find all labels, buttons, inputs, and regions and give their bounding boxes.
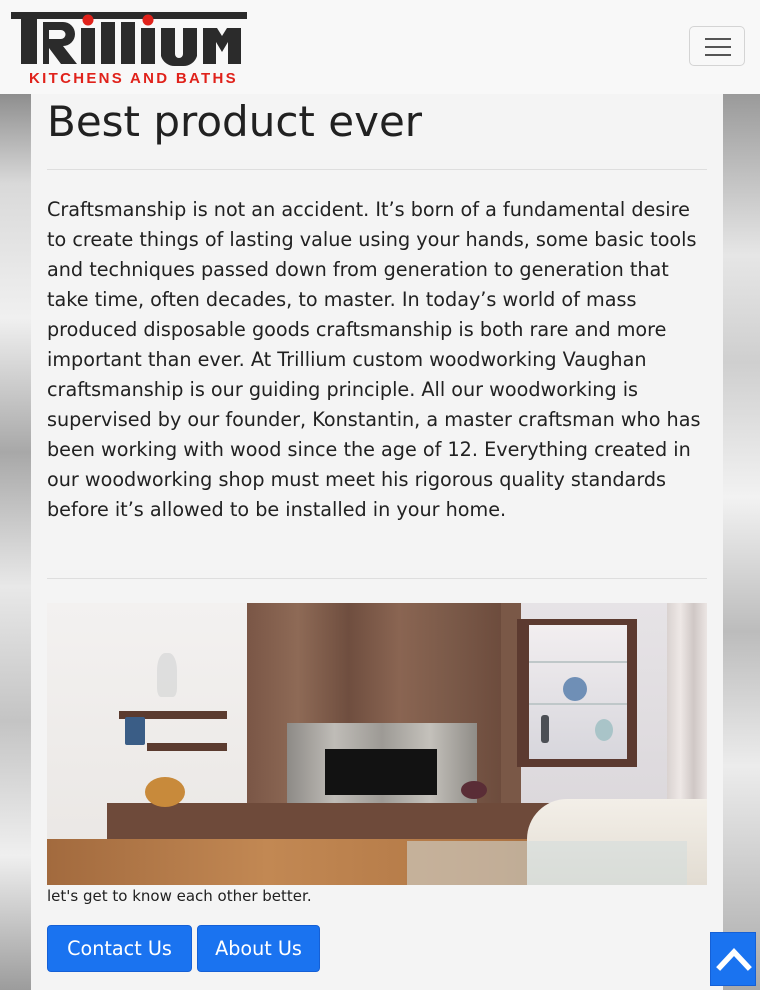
page-title: Best product ever <box>47 97 423 146</box>
body-paragraph: Craftsmanship is not an accident. It’s b… <box>47 198 701 521</box>
contact-us-button[interactable]: Contact Us <box>47 925 192 972</box>
hamburger-icon <box>705 46 731 48</box>
navbar-toggle-button[interactable] <box>689 26 745 66</box>
divider <box>47 578 707 579</box>
chevron-up-icon <box>716 947 752 971</box>
logo-wordmark <box>11 12 247 67</box>
living-room-photo <box>47 603 707 885</box>
background-left-edge <box>0 94 31 990</box>
navbar: KITCHENS AND BATHS <box>0 0 760 94</box>
background-right-edge <box>723 94 760 990</box>
hamburger-icon <box>705 38 731 40</box>
about-us-button[interactable]: About Us <box>197 925 320 972</box>
scroll-to-top-button[interactable] <box>710 932 756 986</box>
hamburger-icon <box>705 54 731 56</box>
logo-subtitle: KITCHENS AND BATHS <box>29 70 238 87</box>
divider <box>47 169 707 170</box>
tagline: let's get to know each other better. <box>47 887 312 905</box>
brand-logo[interactable]: KITCHENS AND BATHS <box>11 8 247 87</box>
